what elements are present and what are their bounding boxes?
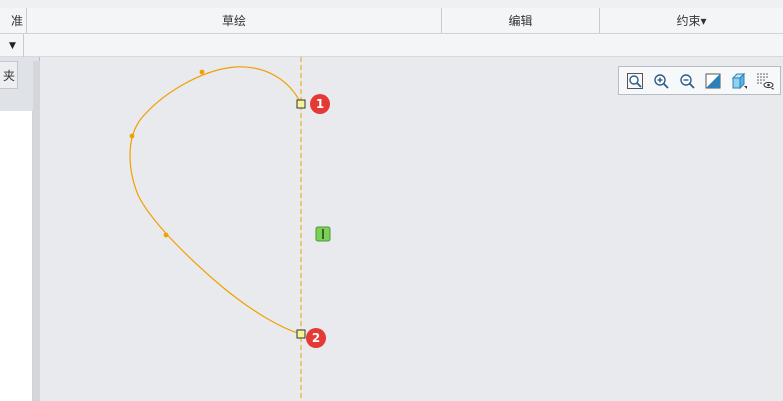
zoom-fit-icon[interactable] <box>623 70 646 92</box>
zoom-in-icon[interactable] <box>649 70 672 92</box>
callout-badge: 1 <box>310 94 330 114</box>
callout-badge: 2 <box>306 328 326 348</box>
endpoint-handle[interactable] <box>296 329 306 339</box>
sketch-spline[interactable] <box>129 66 302 335</box>
vertical-constraint-icon[interactable] <box>315 226 331 242</box>
graphics-toolbar <box>618 66 781 95</box>
spline-point[interactable] <box>199 69 205 75</box>
sketch-display-icon[interactable] <box>753 70 776 92</box>
endpoint-handle[interactable] <box>296 99 306 109</box>
repaint-icon[interactable] <box>701 70 724 92</box>
sketch-geometry <box>129 57 331 401</box>
spline-point[interactable] <box>163 232 169 238</box>
display-style-icon[interactable] <box>727 70 750 92</box>
zoom-out-icon[interactable] <box>675 70 698 92</box>
spline-point[interactable] <box>129 133 135 139</box>
